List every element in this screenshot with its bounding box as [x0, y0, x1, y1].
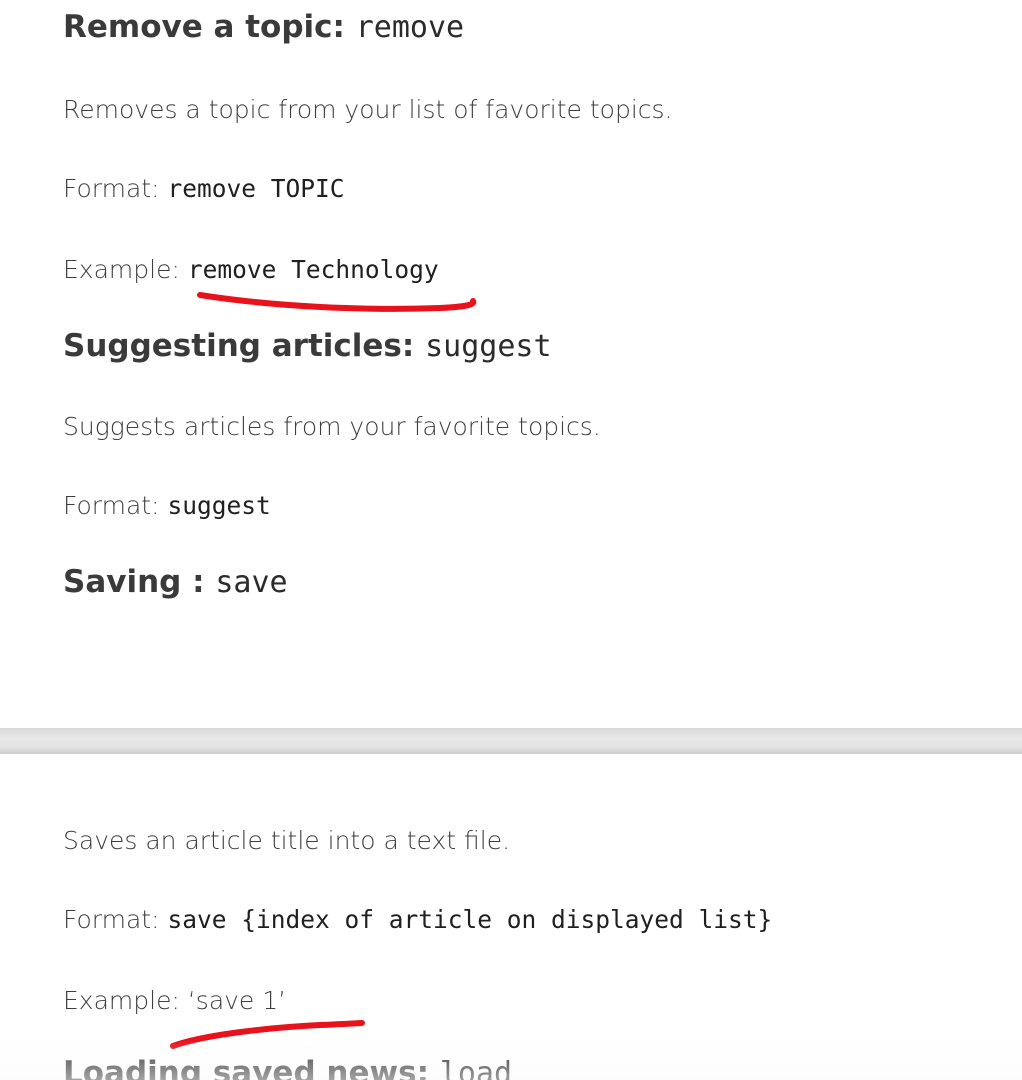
- suggest-format-label: Format:: [63, 491, 160, 520]
- remove-example-label: Example:: [63, 255, 180, 284]
- remove-heading: Remove a topic: remove: [63, 12, 464, 43]
- load-command: load: [439, 1056, 513, 1080]
- remove-command: remove: [355, 10, 465, 45]
- save-example: Example: ‘save 1’: [63, 988, 286, 1013]
- remove-heading-text: Remove a topic:: [63, 9, 345, 45]
- suggest-format: Format: suggest: [63, 493, 271, 519]
- remove-description: Removes a topic from your list of favori…: [63, 95, 673, 124]
- remove-format: Format: remove TOPIC: [63, 176, 345, 202]
- suggest-heading: Suggesting articles: suggest: [63, 331, 552, 362]
- save-heading-text: Saving :: [63, 564, 205, 600]
- remove-format-label: Format:: [63, 174, 160, 203]
- page-break: [0, 728, 1022, 754]
- suggest-heading-text: Suggesting articles:: [63, 328, 415, 364]
- remove-example-value: remove Technology: [187, 255, 439, 284]
- load-heading: Loading saved news: load: [63, 1058, 512, 1080]
- load-heading-text: Loading saved news:: [63, 1055, 430, 1080]
- suggest-description: Suggests articles from your favorite top…: [63, 412, 601, 441]
- suggest-format-value: suggest: [167, 491, 271, 520]
- save-format: Format: save {index of article on displa…: [63, 907, 772, 933]
- save-example-value: ‘save 1’: [187, 986, 287, 1015]
- remove-example: Example: remove Technology: [63, 257, 439, 283]
- save-format-label: Format:: [63, 905, 160, 934]
- save-example-label: Example:: [63, 986, 180, 1015]
- save-heading: Saving : save: [63, 567, 288, 598]
- suggest-command: suggest: [425, 329, 552, 364]
- save-description: Saves an article title into a text file.: [63, 826, 511, 855]
- remove-format-value: remove TOPIC: [167, 174, 345, 203]
- save-format-value: save {index of article on displayed list…: [167, 905, 773, 934]
- save-command: save: [215, 565, 288, 600]
